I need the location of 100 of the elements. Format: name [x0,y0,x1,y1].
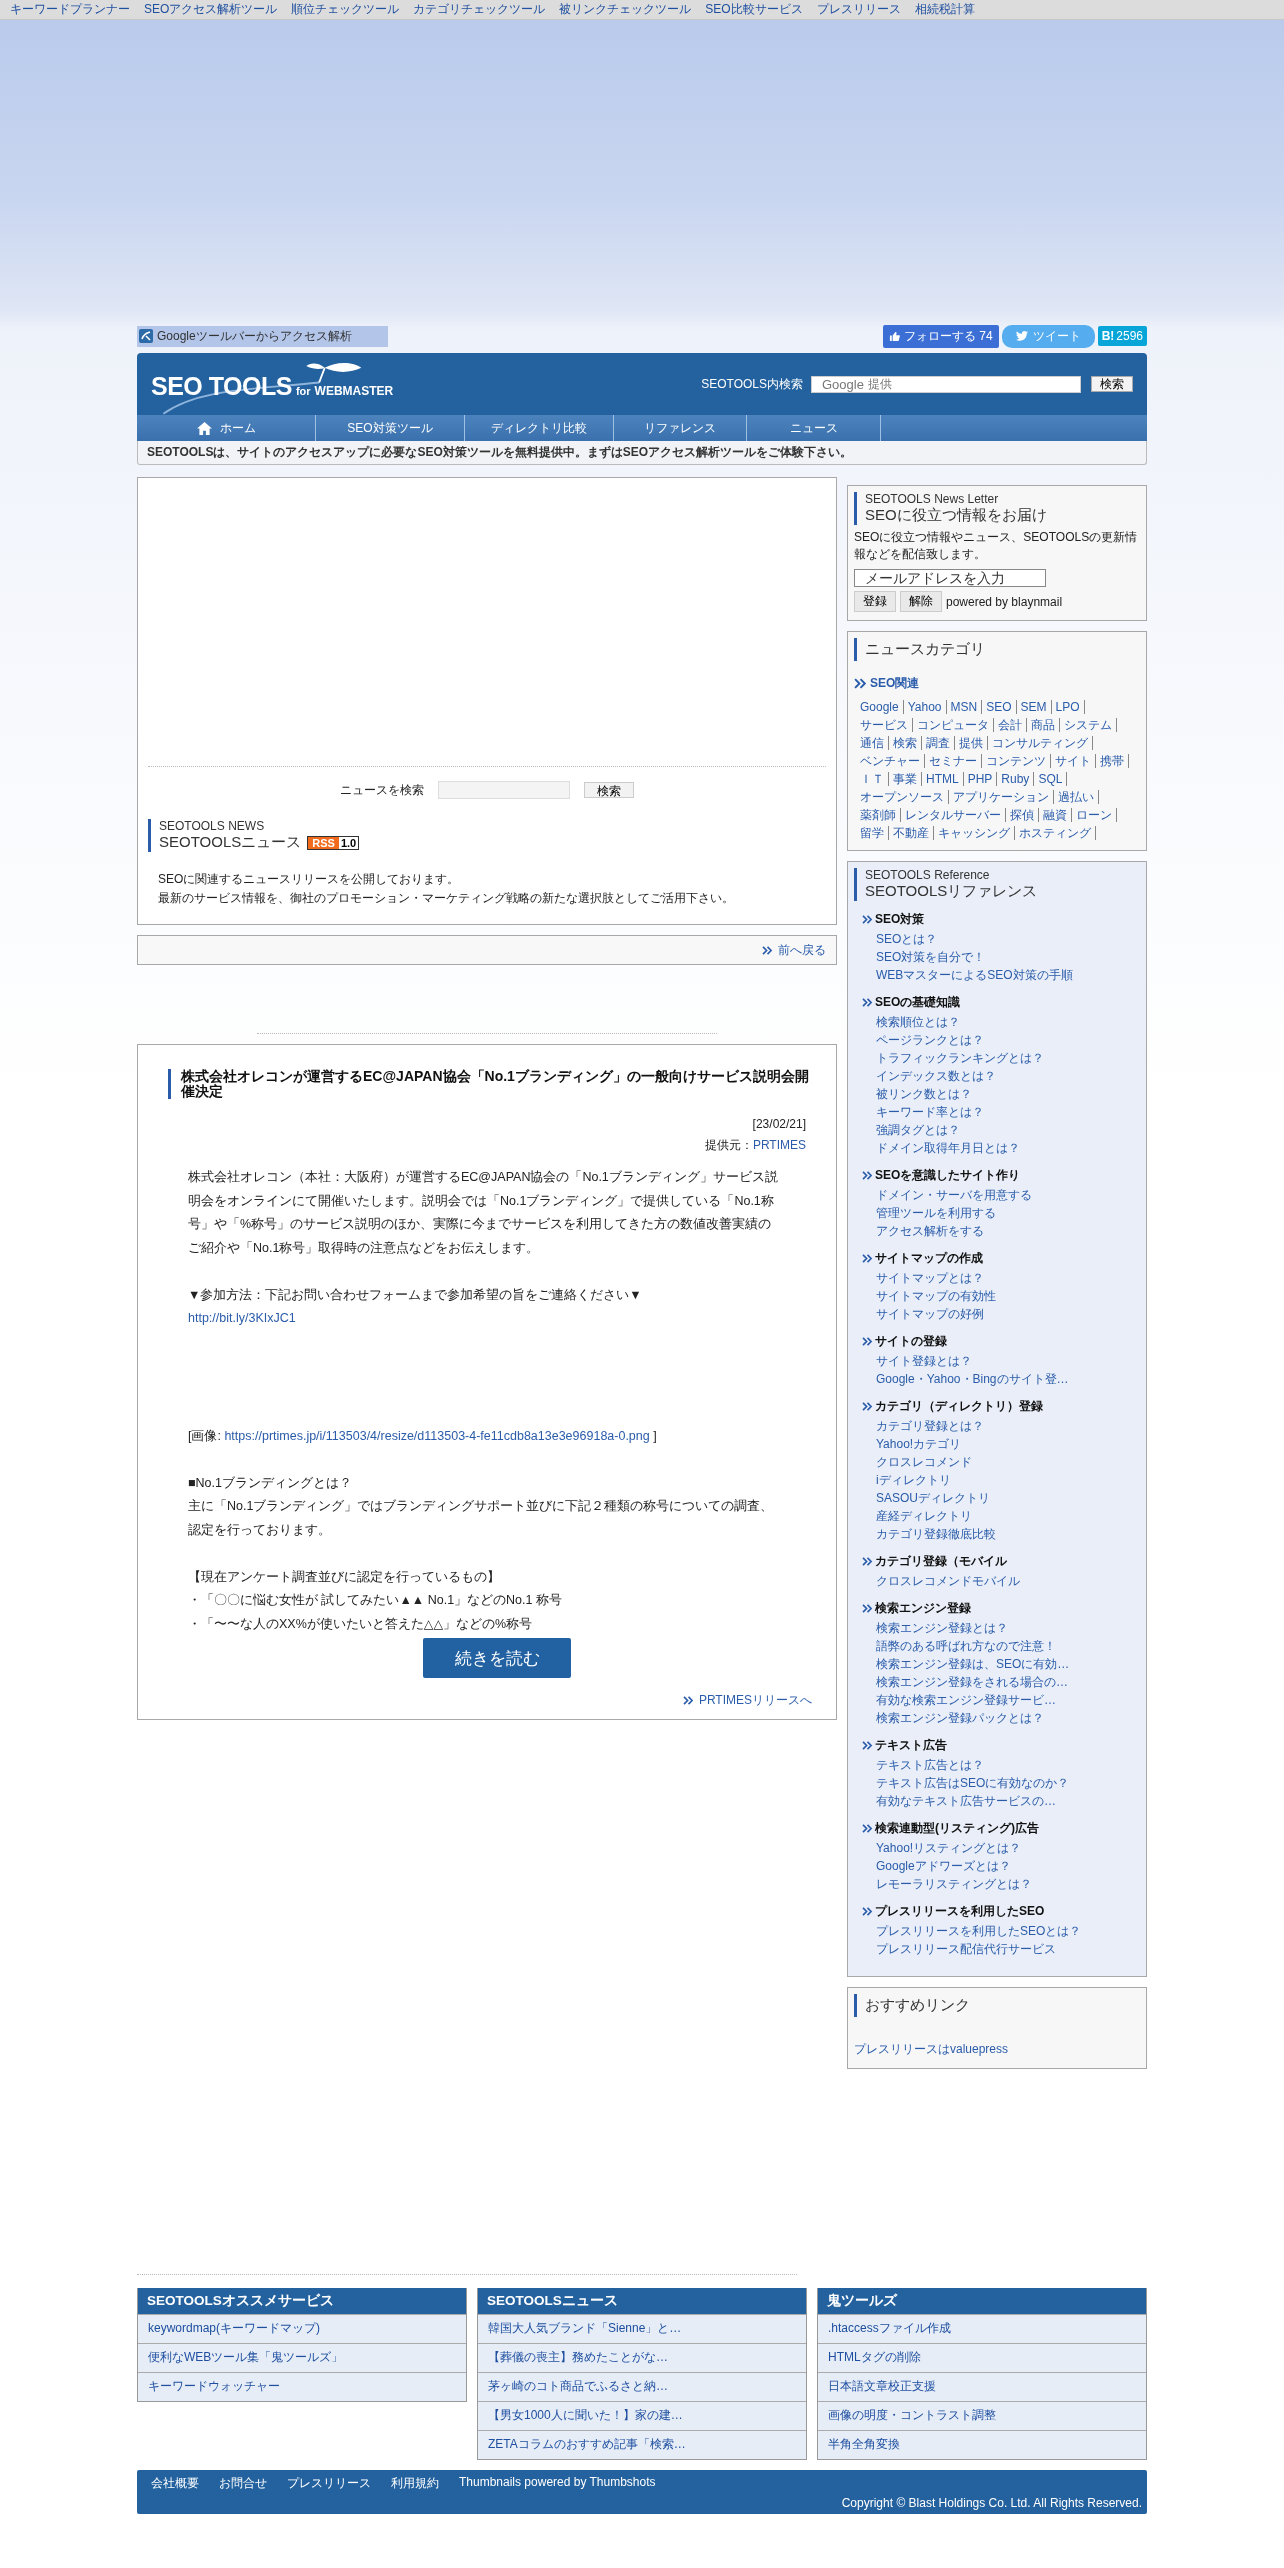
reference-link[interactable]: テキスト広告はSEOに有効なのか？ [876,1774,1140,1792]
reference-link[interactable]: サイトマップとは？ [876,1269,1140,1287]
reference-link[interactable]: 検索順位とは？ [876,1013,1140,1031]
top-link[interactable]: SEO比較サービス [705,1,803,18]
category-link[interactable]: コンテンツ [982,754,1051,768]
category-link[interactable]: MSN [946,700,983,714]
category-link[interactable]: 探偵 [1006,808,1039,822]
category-link[interactable]: Yahoo [903,700,947,714]
reference-link[interactable]: レモーラリスティングとは？ [876,1875,1140,1893]
reference-link[interactable]: 有効な検索エンジン登録サービ… [876,1691,1140,1709]
top-link[interactable]: 相続税計算 [914,1,975,18]
category-link[interactable]: LPO [1051,700,1085,714]
reference-link[interactable]: SASOUディレクトリ [876,1489,1140,1507]
reference-link[interactable]: ページランクとは？ [876,1031,1140,1049]
source-link[interactable]: PRTIMES [752,1138,806,1152]
top-link[interactable]: プレスリリース [816,1,901,18]
reference-link[interactable]: サイト登録とは？ [876,1352,1140,1370]
footer-column-link[interactable]: keywordmap(キーワードマップ) [138,2314,466,2343]
footer-column-link[interactable]: 画像の明度・コントラスト調整 [818,2401,1146,2430]
category-link[interactable]: 過払い [1054,790,1099,804]
search-field[interactable]: Google 提供 [811,375,1081,393]
news-search-field[interactable] [438,781,570,799]
category-link[interactable]: コンサルティング [988,736,1093,750]
category-link[interactable]: 不動産 [889,826,934,840]
category-link[interactable]: 融資 [1039,808,1072,822]
reference-link[interactable]: テキスト広告とは？ [876,1756,1140,1774]
reference-link[interactable]: クロスレコメンド [876,1453,1140,1471]
category-link[interactable]: キャッシング [934,826,1015,840]
reference-link[interactable]: サイトマップの有効性 [876,1287,1140,1305]
category-link[interactable]: オープンソース [856,790,949,804]
reference-link[interactable]: Google・Yahoo・Bingのサイト登… [876,1370,1140,1388]
category-link[interactable]: システム [1060,718,1117,732]
category-link[interactable]: SEM [1016,700,1052,714]
reference-link[interactable]: 検索エンジン登録パックとは？ [876,1709,1140,1727]
category-link[interactable]: 薬剤師 [856,808,901,822]
reference-link[interactable]: SEOとは？ [876,930,1140,948]
reference-link[interactable]: プレスリリース配信代行サービス [876,1940,1140,1958]
category-link[interactable]: ベンチャー [856,754,925,768]
category-link[interactable]: Google [856,700,904,714]
reference-link[interactable]: 被リンク数とは？ [876,1085,1140,1103]
top-link[interactable]: SEOアクセス解析ツール [144,1,278,18]
category-link[interactable]: 通信 [856,736,889,750]
newsletter-button[interactable]: 解除 [900,591,942,612]
follow-button[interactable]: フォローする 74 [882,324,999,348]
image-link[interactable]: https://prtimes.jp/i/113503/4/resize/d113503-4-fe11cdb8a13e3e96918a-0.png [224,1428,650,1443]
article-link[interactable]: http://bit.ly/3KIxJC1 [188,1311,296,1325]
category-link[interactable]: 携帯 [1096,754,1129,768]
category-link[interactable]: HTML [922,772,964,786]
category-link[interactable]: ホスティング [1015,826,1096,840]
reference-link[interactable]: SEO対策を自分で！ [876,948,1140,966]
search-button[interactable]: 検索 [584,782,634,798]
category-link[interactable]: サービス [856,718,913,732]
reference-link[interactable]: 検索エンジン登録とは？ [876,1619,1140,1637]
footer-column-link[interactable]: 半角全角変換 [818,2430,1146,2459]
footer-link[interactable]: 会社概要 [151,2475,199,2492]
footer-column-link[interactable]: .htaccessファイル作成 [818,2314,1146,2343]
toolbar-link[interactable]: Googleツールバーからアクセス解析 [137,325,388,347]
footer-column-link[interactable]: 便利なWEBツール集「鬼ツールズ」 [138,2343,466,2372]
footer-column-link[interactable]: 日本語文章校正支援 [818,2372,1146,2401]
reference-link[interactable]: プレスリリースを利用したSEOとは？ [876,1922,1140,1940]
footer-column-link[interactable]: ZETAコラムのおすすめ記事「検索… [478,2430,806,2459]
category-link[interactable]: レンタルサーバー [901,808,1006,822]
reference-link[interactable]: 検索エンジン登録をされる場合の… [876,1673,1140,1691]
email-field[interactable]: メールアドレスを入力 [854,569,1046,587]
category-link[interactable]: Ruby [997,772,1035,786]
reference-link[interactable]: カテゴリ登録徹底比較 [876,1525,1140,1543]
footer-column-link[interactable]: 茅ヶ崎のコト商品でふるさと納… [478,2372,806,2401]
category-link[interactable]: 提供 [955,736,988,750]
category-link[interactable]: コンピュータ [913,718,994,732]
footer-column-link[interactable]: キーワードウォッチャー [138,2372,466,2401]
reference-link[interactable]: 強調タグとは？ [876,1121,1140,1139]
category-link[interactable]: ＩＴ [856,772,889,786]
reference-link[interactable]: Googleアドワーズとは？ [876,1857,1140,1875]
reference-link[interactable]: トラフィックランキングとは？ [876,1049,1140,1067]
top-link[interactable]: 被リンクチェックツール [559,1,692,18]
category-link[interactable]: アプリケーション [949,790,1054,804]
top-link[interactable]: 順位チェックツール [291,1,400,18]
reference-link[interactable]: 語弊のある呼ばれ方なので注意！ [876,1637,1140,1655]
category-link[interactable]: 調査 [922,736,955,750]
reference-link[interactable]: アクセス解析をする [876,1222,1140,1240]
reference-link[interactable]: インデックス数とは？ [876,1067,1140,1085]
top-link[interactable]: カテゴリチェックツール [413,1,546,18]
footer-column-link[interactable]: 韓国大人気ブランド「Sienne」と… [478,2314,806,2343]
reference-link[interactable]: Yahoo!リスティングとは？ [876,1839,1140,1857]
prtimes-link[interactable]: PRTIMESリリースへ [682,1692,812,1709]
footer-link[interactable]: 利用規約 [391,2475,439,2492]
footer-link[interactable]: プレスリリース [287,2475,371,2492]
footer-link[interactable]: お問合せ [219,2475,267,2492]
reference-link[interactable]: 検索エンジン登録は、SEOに有効… [876,1655,1140,1673]
back-link[interactable]: 前へ戻る [762,941,826,959]
category-link[interactable]: SEO [982,700,1017,714]
category-link[interactable]: 検索 [889,736,922,750]
reference-link[interactable]: WEBマスターによるSEO対策の手順 [876,966,1140,984]
category-link[interactable]: PHP [963,772,998,786]
reference-link[interactable]: カテゴリ登録とは？ [876,1417,1140,1435]
reference-link[interactable]: ドメイン取得年月日とは？ [876,1139,1140,1157]
read-more-button[interactable]: 続きを読む [423,1638,571,1678]
reference-link[interactable]: 管理ツールを利用する [876,1204,1140,1222]
reference-link[interactable]: クロスレコメンドモバイル [876,1572,1140,1590]
category-link[interactable]: SQL [1034,772,1068,786]
